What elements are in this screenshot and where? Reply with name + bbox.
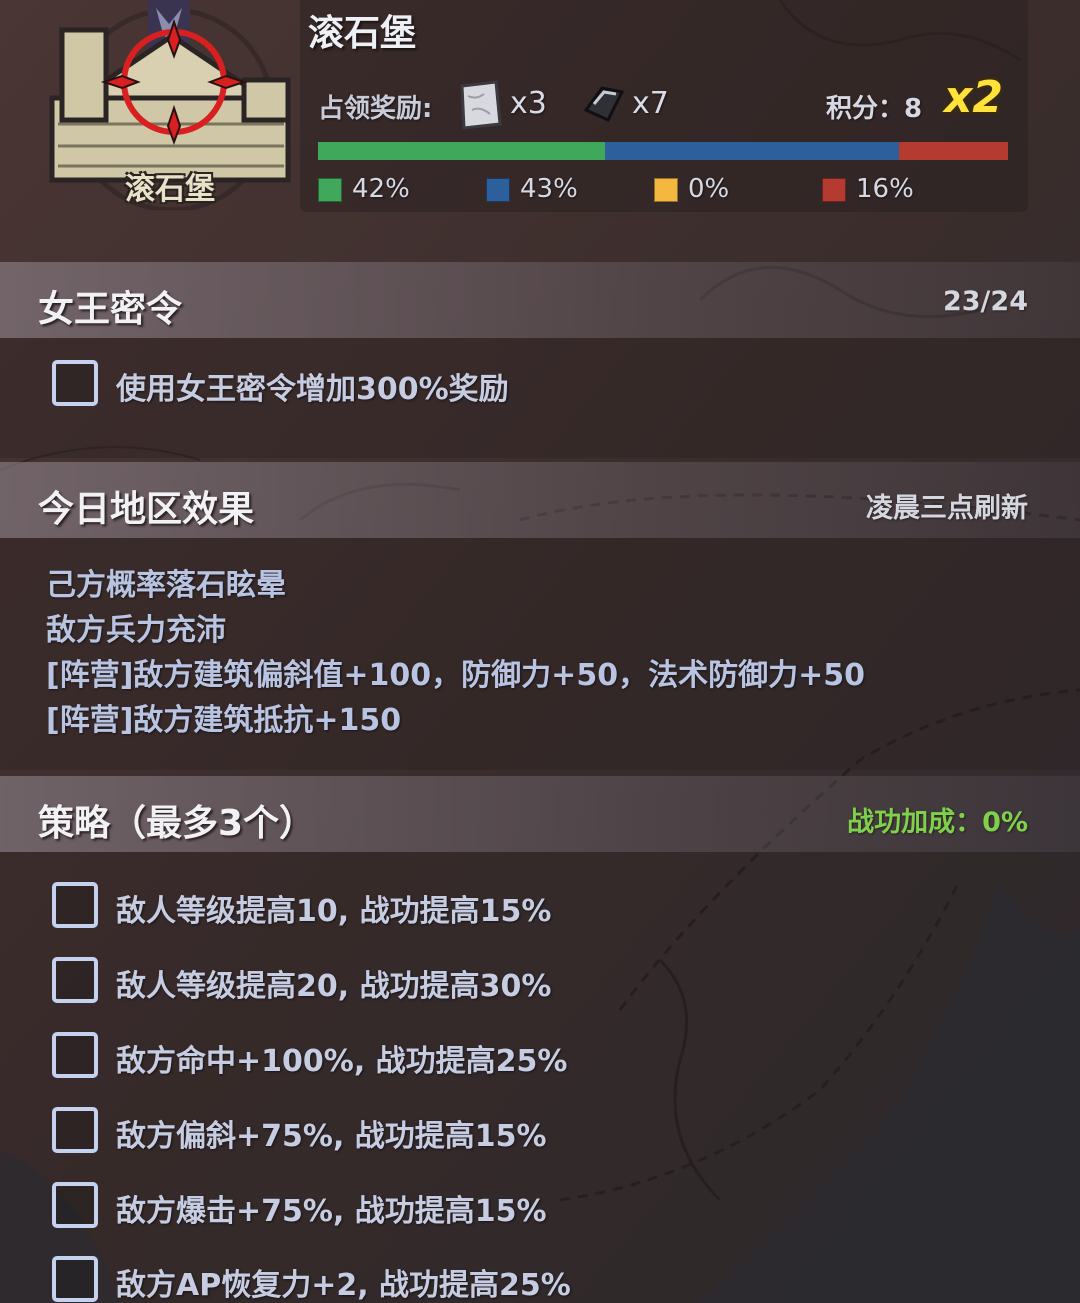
strategy-option-label[interactable]: 敌人等级提高20, 战功提高30% — [116, 961, 551, 1005]
occupation-segment — [604, 142, 899, 160]
strategy-option-label[interactable]: 敌方AP恢复力+2, 战功提高25% — [116, 1260, 571, 1303]
metal-ingot-icon — [583, 86, 625, 122]
occupation-segment — [318, 142, 605, 160]
green-swatch — [318, 178, 342, 202]
strategy-checkbox[interactable] — [52, 957, 98, 1003]
legend-green-value: 42% — [352, 174, 410, 204]
queen-order-option-label[interactable]: 使用女王密令增加300%奖励 — [116, 364, 509, 408]
strategy-checkbox[interactable] — [52, 1107, 98, 1153]
region-effect-item: 己方概率落石眩晕 — [46, 568, 286, 603]
stone-block-icon — [460, 80, 502, 130]
refresh-note: 凌晨三点刷新 — [866, 493, 1028, 524]
strategy-header: 策略（最多3个） 战功加成：0% — [0, 776, 1080, 852]
region-effect-item: [阵营]敌方建筑抵抗+150 — [46, 703, 402, 738]
strategy-checkbox[interactable] — [52, 1256, 98, 1302]
strategy-option-label[interactable]: 敌方命中+100%, 战功提高25% — [116, 1036, 567, 1080]
strategy-option-label[interactable]: 敌方爆击+75%, 战功提高15% — [116, 1186, 547, 1230]
reward-qty-metal: x7 — [632, 86, 669, 121]
strategy-title: 策略（最多3个） — [38, 803, 316, 844]
red-swatch — [822, 178, 846, 202]
strategy-checkbox[interactable] — [52, 882, 98, 928]
strategy-option-label[interactable]: 敌人等级提高10, 战功提高15% — [116, 886, 551, 930]
merit-bonus: 战功加成：0% — [847, 807, 1028, 838]
reward-qty-stone: x3 — [510, 86, 547, 121]
page-title: 滚石堡 — [308, 13, 417, 54]
legend-red-value: 16% — [856, 174, 914, 204]
score-multiplier: x2 — [944, 72, 1003, 123]
reward-label: 占领奖励: — [318, 94, 433, 124]
queen-order-header: 女王密令 23/24 — [0, 262, 1080, 338]
score-label: 积分：8 — [826, 94, 923, 124]
region-effect-item: [阵营]敌方建筑偏斜值+100，防御力+50，法术防御力+50 — [46, 658, 865, 693]
occupation-bar — [318, 142, 1008, 160]
occupation-segment — [898, 142, 1008, 160]
queen-order-count: 23/24 — [942, 286, 1028, 317]
queen-order-title: 女王密令 — [38, 289, 183, 330]
legend-blue-value: 43% — [520, 174, 578, 204]
strategy-option-label[interactable]: 敌方偏斜+75%, 战功提高15% — [116, 1111, 547, 1155]
queen-order-checkbox[interactable] — [52, 360, 98, 406]
region-effects-title: 今日地区效果 — [38, 489, 255, 530]
legend-yellow-value: 0% — [688, 174, 730, 204]
yellow-swatch — [654, 178, 678, 202]
strategy-checkbox[interactable] — [52, 1182, 98, 1228]
strategy-checkbox[interactable] — [52, 1032, 98, 1078]
blue-swatch — [486, 178, 510, 202]
castle-name-label: 滚石堡 — [125, 172, 215, 207]
region-effect-item: 敌方兵力充沛 — [46, 613, 226, 648]
region-effects-header: 今日地区效果 凌晨三点刷新 — [0, 462, 1080, 538]
